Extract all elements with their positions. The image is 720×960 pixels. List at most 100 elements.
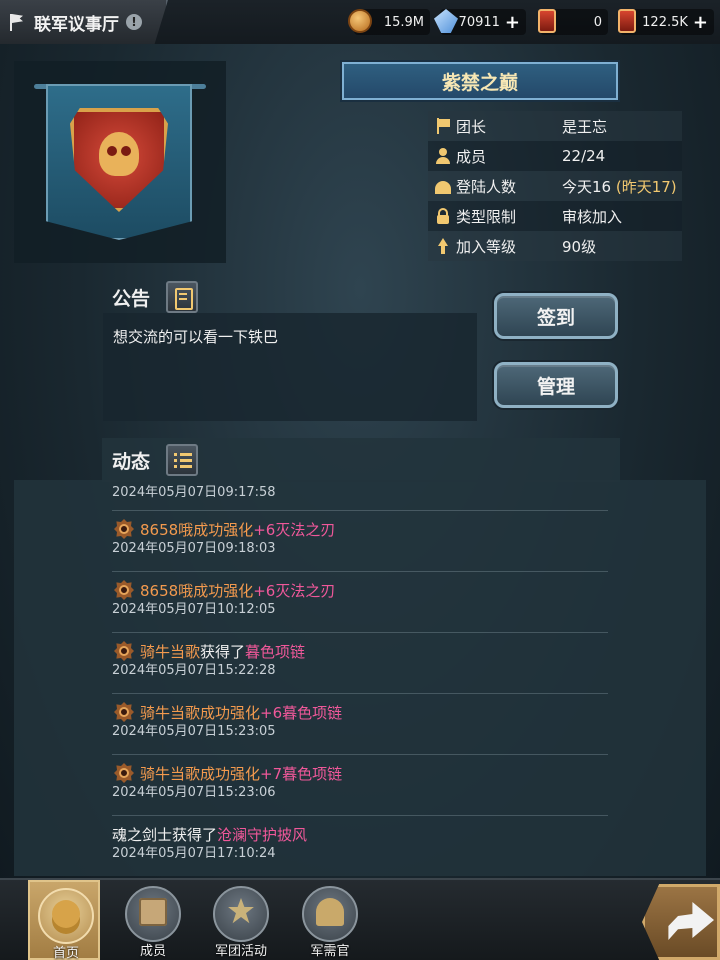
feed-action: 获得了: [172, 825, 218, 844]
info-value: 22/24: [562, 147, 606, 165]
feed-item: 骑牛当歌 成功强化 +6暮色项链 2024年05月07日15:23:05: [112, 701, 608, 755]
player-name: 骑牛当歌: [140, 642, 201, 661]
feed-line: 8658哦 成功强化 +6灭法之刃: [112, 579, 608, 601]
player-name: 骑牛当歌: [140, 703, 201, 722]
feed-time: 2024年05月07日15:23:05: [112, 724, 276, 739]
guild-name-plate: 紫禁之巅: [342, 62, 618, 100]
info-row-leader: 团长 是王忘: [428, 111, 682, 141]
resource-crystal: 70911 +: [434, 9, 526, 35]
book-icon: [139, 898, 167, 926]
nav-label: 军需官: [310, 944, 350, 959]
nav-quartermaster[interactable]: 军需官: [294, 880, 366, 960]
feed-time: 2024年05月07日17:10:24: [112, 846, 276, 861]
feed-item-name: +6灭法之刃: [253, 520, 336, 539]
info-row-members: 成员 22/24: [428, 141, 682, 171]
feed-action: 成功强化: [200, 764, 261, 783]
info-value: 是王忘: [562, 117, 608, 136]
notice-title: 公告: [112, 287, 151, 310]
feed-item-name: +7暮色项链: [260, 764, 343, 783]
skull-icon: [99, 132, 139, 176]
feed-line: 骑牛当歌 成功强化 +7暮色项链: [112, 762, 608, 784]
coins-icon: [52, 900, 80, 928]
feed-header: 动态: [112, 444, 199, 476]
arrow-up-icon: [435, 238, 451, 254]
checkin-button[interactable]: 签到: [494, 293, 618, 339]
top-bar: 联军议事厅 ! 15.9M 70911 + 0 122.5K +: [0, 0, 720, 44]
add-ticket-button[interactable]: +: [693, 12, 708, 33]
info-row-join-level: 加入等级 90级: [428, 231, 682, 261]
resource-value: 0: [593, 14, 602, 30]
list-icon[interactable]: [166, 444, 199, 476]
feed-title: 动态: [112, 450, 151, 473]
player-name: 8658哦: [140, 520, 194, 539]
badge-icon: [114, 641, 134, 661]
info-icon[interactable]: !: [126, 14, 142, 30]
feed-action: 成功强化: [193, 581, 254, 600]
feed-item: 骑牛当歌 获得了 暮色项链 2024年05月07日15:22:28: [112, 640, 608, 694]
feed-time: 2024年05月07日15:22:28: [112, 663, 276, 678]
card-icon: [618, 9, 636, 33]
crystal-icon: [434, 9, 458, 33]
feed-item-name: +6暮色项链: [260, 703, 343, 722]
feed-item: 2024年05月07日09:17:58: [112, 484, 608, 511]
manage-button[interactable]: 管理: [494, 362, 618, 408]
page-title: 联军议事厅: [34, 14, 119, 35]
guild-info: 团长 是王忘 成员 22/24 登陆人数 今天16 (昨天17) 类型限制 审核…: [428, 111, 682, 261]
feed-line: 骑牛当歌 成功强化 +6暮色项链: [112, 701, 608, 723]
info-value: 审核加入: [562, 207, 623, 226]
info-row-join-type: 类型限制 审核加入: [428, 201, 682, 231]
edit-icon[interactable]: [166, 281, 199, 313]
feed-action: 获得了: [200, 642, 246, 661]
feed-time: 2024年05月07日09:17:58: [112, 485, 276, 500]
notice-text: 想交流的可以看一下铁巴: [113, 328, 279, 346]
guild-name: 紫禁之巅: [441, 71, 518, 94]
lock-icon: [435, 208, 451, 224]
info-value: 今天16 (昨天17): [562, 176, 677, 197]
add-crystal-button[interactable]: +: [505, 12, 520, 33]
info-row-logins: 登陆人数 今天16 (昨天17): [428, 171, 682, 201]
badge-icon: [114, 763, 134, 783]
person-icon: [435, 148, 451, 164]
resource-gold: 15.9M: [348, 9, 430, 35]
small-flag-icon: [435, 118, 451, 134]
player-name: 骑牛当歌: [140, 764, 201, 783]
info-label: 团长: [456, 117, 487, 136]
feed-line: 8658哦 成功强化 +6灭法之刃: [112, 518, 608, 540]
feed-item: 魂之剑士 获得了 沧澜守护披风 2024年05月07日17:10:24: [112, 823, 608, 873]
feed-action: 成功强化: [200, 703, 261, 722]
feed-item: 骑牛当歌 成功强化 +7暮色项链 2024年05月07日15:23:06: [112, 762, 608, 816]
player-name: 8658哦: [140, 581, 194, 600]
feed-item-name: +6灭法之刃: [253, 581, 336, 600]
resource-value: 70911: [458, 14, 500, 30]
resource-ticket: 122.5K +: [618, 9, 714, 35]
nav-label: 成员: [139, 944, 166, 959]
nav-label: 军团活动: [214, 944, 267, 959]
badge-icon: [114, 519, 134, 539]
info-value: 90级: [562, 237, 597, 256]
nav-label: 首页: [52, 946, 79, 960]
resource-card: 0: [538, 9, 608, 35]
group-icon: [435, 178, 451, 194]
feed-time: 2024年05月07日09:18:03: [112, 541, 276, 556]
feed-time: 2024年05月07日15:23:06: [112, 785, 276, 800]
feed-item: 8658哦 成功强化 +6灭法之刃 2024年05月07日09:18:03: [112, 518, 608, 572]
feed-item: 8658哦 成功强化 +6灭法之刃 2024年05月07日10:12:05: [112, 579, 608, 633]
login-yesterday: (昨天17): [615, 177, 677, 196]
feed-line: 骑牛当歌 获得了 暮色项链: [112, 640, 608, 662]
badge-icon: [114, 580, 134, 600]
feed-item-name: 暮色项链: [245, 642, 306, 661]
player-name: 魂之剑士: [112, 825, 173, 844]
nav-activities[interactable]: 军团活动: [205, 880, 277, 960]
badge-icon: [114, 702, 134, 722]
nav-members[interactable]: 成员: [117, 880, 189, 960]
helm-icon: [316, 898, 344, 926]
coin-icon: [348, 9, 372, 33]
feed-action: 成功强化: [193, 520, 254, 539]
resource-value: 122.5K: [642, 14, 688, 30]
notice-header: 公告: [112, 281, 199, 313]
feed-time: 2024年05月07日10:12:05: [112, 602, 276, 617]
card-icon: [538, 9, 556, 33]
resource-value: 15.9M: [383, 14, 424, 30]
nav-home[interactable]: 首页: [28, 880, 100, 960]
flag-icon: [8, 13, 24, 31]
